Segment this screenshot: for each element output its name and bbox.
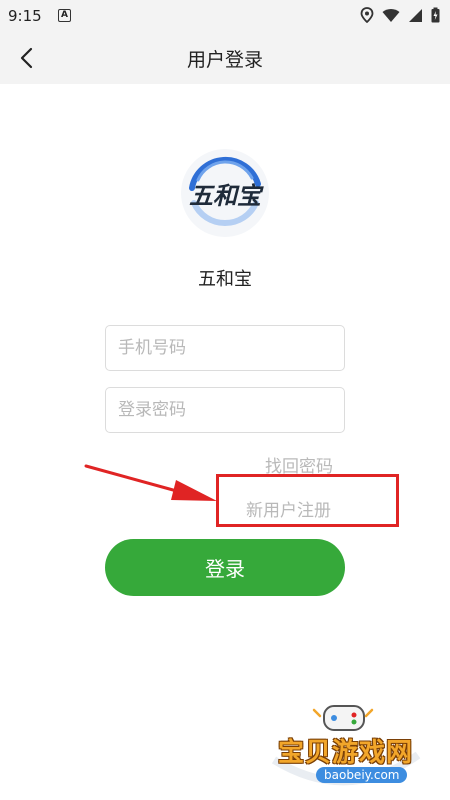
register-link[interactable]: 新用户注册 bbox=[246, 496, 331, 521]
wifi-icon bbox=[382, 8, 400, 22]
page-title: 用户登录 bbox=[186, 49, 263, 71]
status-icons bbox=[360, 7, 440, 23]
password-input[interactable] bbox=[105, 387, 345, 433]
location-icon bbox=[360, 7, 374, 23]
watermark-logo: 宝贝游戏网 baobeiy.com bbox=[268, 700, 428, 790]
red-arrow-annotation bbox=[84, 464, 217, 501]
battery-icon bbox=[431, 7, 440, 23]
logo-text: 五和宝 bbox=[189, 182, 261, 210]
watermark-title: 宝贝游戏网 bbox=[278, 738, 414, 768]
app-logo: 五和宝 bbox=[180, 148, 270, 238]
status-time: 9:15 bbox=[8, 7, 42, 25]
watermark-domain: baobeiy.com bbox=[316, 767, 408, 783]
signal-icon bbox=[409, 8, 422, 22]
title-bar: 用户登录 bbox=[0, 32, 450, 84]
notification-icon: A bbox=[58, 9, 71, 22]
app-name: 五和宝 bbox=[198, 269, 252, 290]
login-button[interactable]: 登录 bbox=[105, 539, 345, 596]
status-bar: 9:15 A bbox=[0, 0, 450, 32]
phone-input[interactable] bbox=[105, 325, 345, 371]
